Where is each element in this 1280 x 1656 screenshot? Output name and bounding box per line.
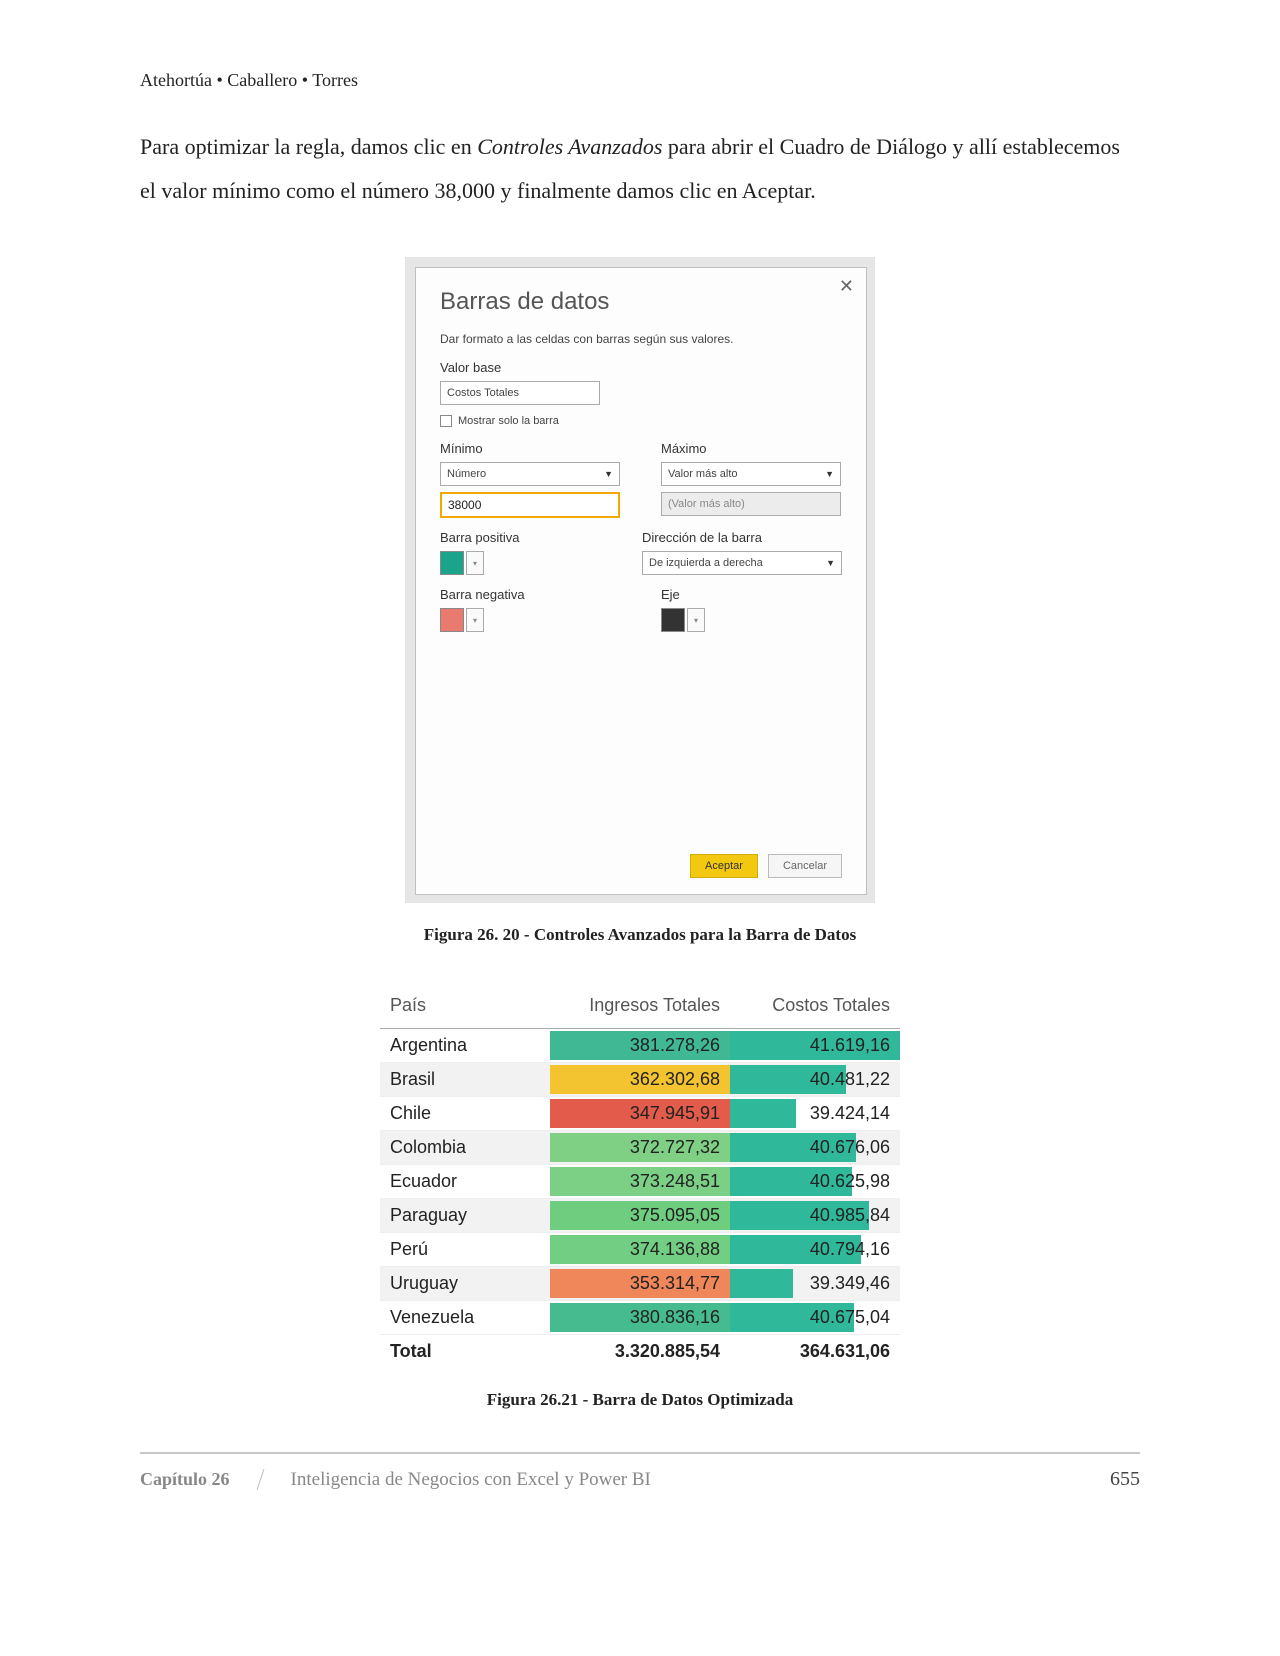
cell-cost: 40.676,06 — [730, 1131, 900, 1165]
close-icon[interactable]: ✕ — [839, 276, 854, 297]
color-swatch-icon — [440, 608, 464, 632]
cell-income: 347.945,91 — [550, 1097, 730, 1131]
body-paragraph: Para optimizar la regla, damos clic en C… — [140, 125, 1140, 213]
cell-cost: 41.619,16 — [730, 1029, 900, 1063]
negative-bar-color[interactable]: ▾ — [440, 608, 621, 632]
cell-cost: 39.424,14 — [730, 1097, 900, 1131]
page-number: 655 — [1110, 1468, 1140, 1491]
databars-dialog: ✕ Barras de datos Dar formato a las celd… — [415, 267, 867, 895]
footer-title: Inteligencia de Negocios con Excel y Pow… — [291, 1469, 651, 1491]
chevron-down-icon[interactable]: ▾ — [466, 551, 484, 575]
cell-cost: 40.625,98 — [730, 1165, 900, 1199]
accept-button[interactable]: Aceptar — [690, 854, 758, 878]
minimum-type-select[interactable]: Número ▼ — [440, 462, 620, 486]
total-cost: 364.631,06 — [730, 1335, 900, 1369]
maximum-label: Máximo — [661, 441, 842, 456]
page-footer: Capítulo 26 Inteligencia de Negocios con… — [140, 1452, 1140, 1491]
cell-income: 373.248,51 — [550, 1165, 730, 1199]
table-row: Chile347.945,9139.424,14 — [380, 1097, 900, 1131]
cell-income: 380.836,16 — [550, 1301, 730, 1335]
cell-cost: 40.985,84 — [730, 1199, 900, 1233]
negative-bar-label: Barra negativa — [440, 587, 621, 602]
cancel-button[interactable]: Cancelar — [768, 854, 842, 878]
bar-direction-value: De izquierda a derecha — [649, 557, 763, 569]
data-table-figure: País Ingresos Totales Costos Totales Arg… — [380, 987, 900, 1368]
cell-country: Argentina — [380, 1029, 550, 1063]
show-bar-only-label: Mostrar solo la barra — [458, 415, 559, 427]
cell-country: Paraguay — [380, 1199, 550, 1233]
table-row: Colombia372.727,3240.676,06 — [380, 1131, 900, 1165]
dialog-description: Dar formato a las celdas con barras segú… — [440, 332, 842, 346]
cell-country: Uruguay — [380, 1267, 550, 1301]
figure-26-21-caption: Figura 26.21 - Barra de Datos Optimizada — [140, 1390, 1140, 1410]
minimum-type-value: Número — [447, 468, 486, 480]
base-value-field[interactable]: Costos Totales — [440, 381, 600, 405]
dialog-title: Barras de datos — [440, 288, 842, 316]
chevron-down-icon[interactable]: ▾ — [687, 608, 705, 632]
bar-direction-label: Dirección de la barra — [642, 530, 842, 545]
bar-direction-select[interactable]: De izquierda a derecha ▼ — [642, 551, 842, 575]
chevron-down-icon: ▼ — [825, 469, 834, 479]
cell-income: 353.314,77 — [550, 1267, 730, 1301]
cell-cost: 40.675,04 — [730, 1301, 900, 1335]
axis-label: Eje — [661, 587, 842, 602]
col-cost: Costos Totales — [730, 987, 900, 1029]
table-row: Ecuador373.248,5140.625,98 — [380, 1165, 900, 1199]
figure-26-20-caption: Figura 26. 20 - Controles Avanzados para… — [140, 925, 1140, 945]
col-country: País — [380, 987, 550, 1029]
show-bar-only-row[interactable]: Mostrar solo la barra — [440, 415, 842, 427]
chevron-down-icon[interactable]: ▾ — [466, 608, 484, 632]
cell-country: Colombia — [380, 1131, 550, 1165]
maximum-value-input: (Valor más alto) — [661, 492, 841, 516]
cell-income: 381.278,26 — [550, 1029, 730, 1063]
minimum-label: Mínimo — [440, 441, 621, 456]
cell-country: Venezuela — [380, 1301, 550, 1335]
cell-country: Ecuador — [380, 1165, 550, 1199]
color-swatch-icon — [440, 551, 464, 575]
cell-income: 375.095,05 — [550, 1199, 730, 1233]
chapter-label: Capítulo 26 — [137, 1469, 264, 1490]
page-header-authors: Atehortúa • Caballero • Torres — [140, 70, 1140, 91]
cell-cost: 40.794,16 — [730, 1233, 900, 1267]
col-income: Ingresos Totales — [550, 987, 730, 1029]
body-text-a: Para optimizar la regla, damos clic en — [140, 134, 477, 159]
cell-country: Perú — [380, 1233, 550, 1267]
table-row: Perú374.136,8840.794,16 — [380, 1233, 900, 1267]
checkbox-icon[interactable] — [440, 415, 452, 427]
total-income: 3.320.885,54 — [550, 1335, 730, 1369]
maximum-placeholder: (Valor más alto) — [668, 498, 745, 510]
chevron-down-icon: ▼ — [604, 469, 613, 479]
total-label: Total — [380, 1335, 550, 1369]
table-row: Paraguay375.095,0540.985,84 — [380, 1199, 900, 1233]
table-row: Uruguay353.314,7739.349,46 — [380, 1267, 900, 1301]
base-value-label: Valor base — [440, 360, 842, 375]
cell-cost: 40.481,22 — [730, 1063, 900, 1097]
dialog-figure: ✕ Barras de datos Dar formato a las celd… — [405, 257, 875, 903]
minimum-value-input[interactable]: 38000 — [440, 492, 620, 518]
positive-bar-label: Barra positiva — [440, 530, 602, 545]
axis-color[interactable]: ▾ — [661, 608, 842, 632]
cell-income: 374.136,88 — [550, 1233, 730, 1267]
maximum-type-value: Valor más alto — [668, 468, 738, 480]
table-row: Argentina381.278,2641.619,16 — [380, 1029, 900, 1063]
cell-income: 362.302,68 — [550, 1063, 730, 1097]
table-total-row: Total3.320.885,54364.631,06 — [380, 1335, 900, 1369]
cell-income: 372.727,32 — [550, 1131, 730, 1165]
cell-country: Chile — [380, 1097, 550, 1131]
cell-country: Brasil — [380, 1063, 550, 1097]
table-row: Venezuela380.836,1640.675,04 — [380, 1301, 900, 1335]
body-text-italic: Controles Avanzados — [477, 134, 662, 159]
positive-bar-color[interactable]: ▾ — [440, 551, 602, 575]
table-row: Brasil362.302,6840.481,22 — [380, 1063, 900, 1097]
maximum-type-select[interactable]: Valor más alto ▼ — [661, 462, 841, 486]
data-table: País Ingresos Totales Costos Totales Arg… — [380, 987, 900, 1368]
cell-cost: 39.349,46 — [730, 1267, 900, 1301]
color-swatch-icon — [661, 608, 685, 632]
chevron-down-icon: ▼ — [826, 558, 835, 568]
